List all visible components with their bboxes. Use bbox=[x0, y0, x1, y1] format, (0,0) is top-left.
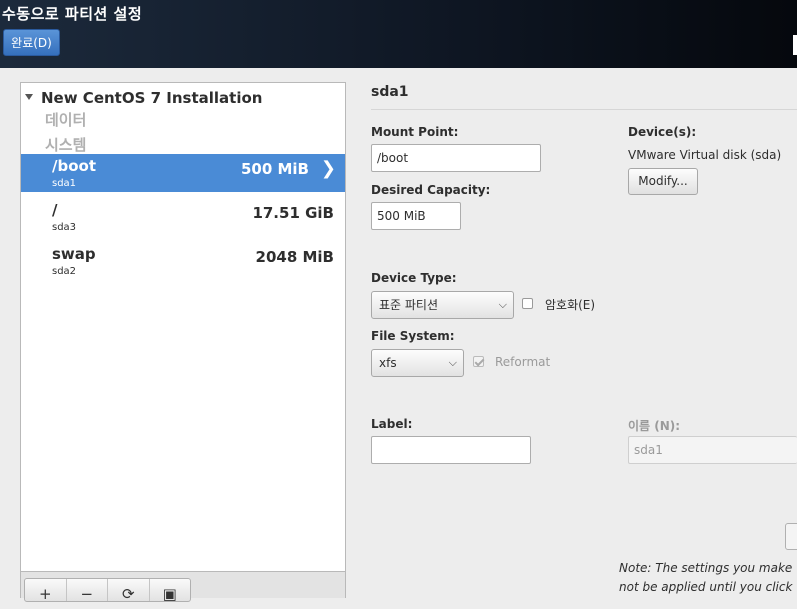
partition-device: sda1 bbox=[52, 178, 77, 189]
name-input[interactable]: sda1 bbox=[628, 436, 797, 464]
device-type-label: Device Type: bbox=[371, 271, 457, 285]
note-line-2: not be applied until you click bbox=[619, 580, 793, 594]
group-data-label: 데이터 bbox=[45, 111, 87, 129]
partition-name: swap bbox=[52, 245, 96, 263]
chevron-down-icon: ⌵ bbox=[448, 356, 457, 369]
partition-name: /boot bbox=[52, 157, 96, 175]
file-system-select[interactable]: xfs ⌵ bbox=[371, 349, 464, 377]
triangle-down-icon[interactable] bbox=[25, 93, 33, 100]
encrypt-label: 암호화(E) bbox=[545, 298, 596, 312]
update-settings-button[interactable] bbox=[785, 523, 797, 550]
device-type-select[interactable]: 표준 파티션 ⌵ bbox=[371, 291, 514, 319]
device-name: VMware Virtual disk (sda) bbox=[628, 148, 782, 162]
partition-tree-panel: New CentOS 7 Installation 데이터 시스템 /boot … bbox=[20, 82, 346, 572]
detail-title: sda1 bbox=[371, 84, 409, 100]
partition-row-swap[interactable]: swap sda2 2048 MiB bbox=[21, 242, 345, 280]
label-input[interactable] bbox=[371, 436, 531, 464]
reformat-label: Reformat bbox=[495, 355, 551, 369]
mount-point-label: Mount Point: bbox=[371, 125, 459, 139]
chevron-right-icon: ❯ bbox=[320, 158, 336, 179]
file-system-value: xfs bbox=[379, 356, 397, 370]
partition-size: 17.51 GiB bbox=[252, 204, 334, 222]
header-bar: 수동으로 파티션 설정 완료(D) bbox=[0, 0, 797, 68]
desired-capacity-input[interactable]: 500 MiB bbox=[371, 202, 461, 230]
device-type-value: 표준 파티션 bbox=[379, 298, 439, 312]
desired-capacity-label: Desired Capacity: bbox=[371, 183, 491, 197]
partition-name: / bbox=[52, 201, 58, 219]
chevron-down-icon: ⌵ bbox=[498, 298, 507, 311]
partition-row-root[interactable]: / sda3 17.51 GiB bbox=[21, 198, 345, 236]
partition-toolbar: + − ⟳ ▣ bbox=[24, 578, 191, 603]
partition-device: sda3 bbox=[52, 222, 77, 233]
detail-separator bbox=[371, 109, 797, 110]
installation-node[interactable]: New CentOS 7 Installation bbox=[25, 89, 262, 107]
encrypt-checkbox[interactable] bbox=[522, 298, 533, 309]
file-system-label: File System: bbox=[371, 329, 455, 343]
done-button[interactable]: 완료(D) bbox=[3, 29, 60, 56]
devices-label: Device(s): bbox=[628, 125, 697, 139]
modify-button[interactable]: Modify... bbox=[628, 168, 698, 195]
page-title: 수동으로 파티션 설정 bbox=[2, 5, 143, 23]
partition-row-boot[interactable]: /boot sda1 500 MiB ❯ bbox=[21, 154, 345, 192]
mount-point-input[interactable]: /boot bbox=[371, 144, 541, 172]
installation-label: New CentOS 7 Installation bbox=[41, 89, 263, 107]
reformat-checkbox[interactable] bbox=[473, 356, 484, 367]
partition-size: 2048 MiB bbox=[255, 248, 334, 266]
label-field-label: Label: bbox=[371, 417, 413, 431]
partition-size: 500 MiB bbox=[240, 160, 309, 178]
note-line-1: Note: The settings you make bbox=[619, 561, 793, 575]
partition-device: sda2 bbox=[52, 266, 77, 277]
name-field-label: 이름 (N): bbox=[628, 419, 681, 433]
header-edge-mark bbox=[793, 35, 797, 55]
group-system-label: 시스템 bbox=[45, 136, 87, 154]
